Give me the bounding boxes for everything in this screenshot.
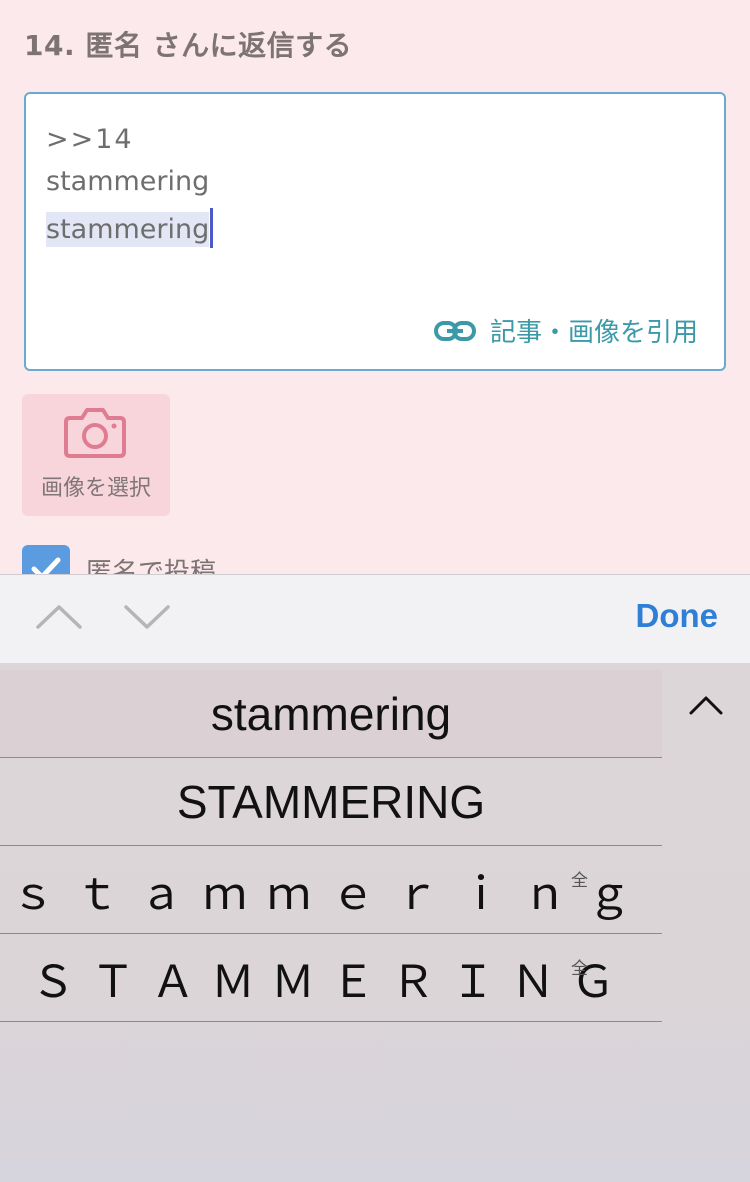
- text-line-quote: >>14: [46, 124, 134, 155]
- candidate-text: stammering: [210, 687, 452, 740]
- link-icon: [433, 320, 476, 341]
- keyboard-accessory-bar: Done: [0, 574, 750, 663]
- page: 14. 匿名 さんに返信する >>14 stammering stammerin…: [0, 0, 750, 1182]
- done-button[interactable]: Done: [636, 597, 719, 635]
- candidate-item[interactable]: ｓｔａｍｍｅｒｉｎｇ 全: [0, 846, 662, 934]
- quote-link[interactable]: 記事・画像を引用: [433, 312, 698, 349]
- candidate-item[interactable]: ＳＴＡＭＭＥＲＩＮＧ 全: [0, 934, 662, 1022]
- camera-icon: [64, 408, 126, 458]
- candidate-text: STAMMERING: [176, 775, 486, 828]
- candidate-panel: stammering STAMMERING ｓｔａｍｍｅｒｉｎｇ 全 ＳＴＡＭＭ…: [0, 663, 750, 1182]
- collapse-chevron-icon[interactable]: [688, 693, 724, 717]
- text-line-selected: stammering: [46, 208, 214, 248]
- candidate-text: ＳＴＡＭＭＥＲＩＮＧ: [31, 957, 631, 1007]
- reply-title: 14. 匿名 さんに返信する: [24, 29, 353, 62]
- candidate-text: ｓｔａｍｍｅｒｉｎｇ: [11, 869, 651, 919]
- reply-textarea[interactable]: >>14 stammering stammering 記事・画像を引用: [24, 92, 726, 371]
- candidate-item[interactable]: stammering: [0, 670, 662, 758]
- image-select-label: 画像を選択: [40, 476, 151, 501]
- text-line: stammering: [46, 166, 210, 197]
- candidate-item[interactable]: STAMMERING: [0, 758, 662, 846]
- image-select-button[interactable]: 画像を選択: [22, 394, 170, 516]
- chevron-up-icon[interactable]: [34, 599, 84, 635]
- fullwidth-badge: 全: [571, 959, 588, 978]
- marked-text: stammering: [46, 212, 210, 247]
- text-caret: [210, 208, 214, 248]
- fullwidth-badge: 全: [571, 871, 588, 890]
- quote-link-label: 記事・画像を引用: [489, 318, 698, 348]
- chevron-down-icon[interactable]: [122, 599, 172, 635]
